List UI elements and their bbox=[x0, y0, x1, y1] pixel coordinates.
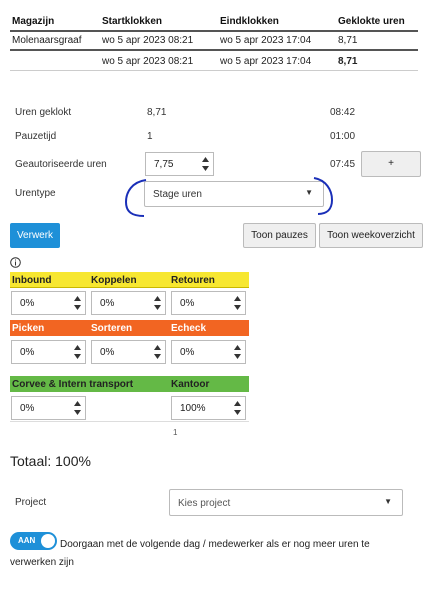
stepper-value: 100% bbox=[180, 403, 206, 414]
col-eindklokken: Eindklokken bbox=[220, 16, 279, 27]
stepper-value: 0% bbox=[20, 347, 35, 358]
stepper-value: 0% bbox=[20, 403, 35, 414]
col-geklokte-uren: Geklokte uren bbox=[338, 16, 405, 27]
geautoriseerde-time: 07:45 bbox=[330, 159, 356, 170]
info-icon[interactable] bbox=[10, 257, 21, 268]
koppelen-stepper[interactable]: 0% bbox=[91, 291, 166, 315]
header-koppelen: Koppelen bbox=[91, 275, 137, 286]
project-label: Project bbox=[15, 497, 47, 508]
verwerk-button[interactable]: Verwerk bbox=[10, 223, 60, 248]
add-button[interactable]: + bbox=[361, 151, 421, 177]
header-inbound: Inbound bbox=[12, 275, 52, 286]
col-startklokken: Startklokken bbox=[102, 16, 163, 27]
cell-eind: wo 5 apr 2023 17:04 bbox=[220, 35, 312, 46]
picken-stepper[interactable]: 0% bbox=[11, 340, 86, 364]
stepper-value: 0% bbox=[100, 298, 115, 309]
stepper-arrows-icon[interactable] bbox=[70, 292, 85, 314]
chevron-down-icon: ▼ bbox=[384, 497, 392, 506]
cell-magazijn: Molenaarsgraaf bbox=[12, 35, 82, 46]
kantoor-stepper[interactable]: 100% bbox=[171, 396, 246, 420]
stepper-value: 0% bbox=[180, 347, 195, 358]
stepper-arrows-icon[interactable] bbox=[230, 292, 245, 314]
header-kantoor: Kantoor bbox=[171, 379, 210, 390]
header-echeck: Echeck bbox=[171, 323, 207, 334]
project-placeholder: Kies project bbox=[178, 498, 231, 509]
cell-start: wo 5 apr 2023 08:21 bbox=[102, 35, 194, 46]
uren-geklokt-value: 8,71 bbox=[147, 107, 167, 118]
toon-pauzes-button[interactable]: Toon pauzes bbox=[243, 223, 316, 248]
toon-weekoverzicht-button[interactable]: Toon weekoverzicht bbox=[319, 223, 423, 248]
stepper-arrows-icon[interactable] bbox=[70, 341, 85, 363]
stepper-value: 0% bbox=[100, 347, 115, 358]
stepper-arrows-icon[interactable] bbox=[70, 397, 85, 419]
stepper-arrows-icon[interactable] bbox=[150, 341, 165, 363]
uren-geklokt-time: 08:42 bbox=[330, 107, 356, 118]
header-picken: Picken bbox=[12, 323, 45, 334]
annotation-brackets bbox=[124, 177, 334, 217]
cell-uren: 8,71 bbox=[338, 35, 358, 46]
uren-geklokt-label: Uren geklokt bbox=[15, 107, 72, 118]
toggle-description: Doorgaan met de volgende dag / medewerke… bbox=[10, 539, 370, 568]
header-sorteren: Sorteren bbox=[91, 323, 133, 334]
corvee-stepper[interactable]: 0% bbox=[11, 396, 86, 420]
stepper-value: 0% bbox=[20, 298, 35, 309]
header-corvee: Corvee & Intern transport bbox=[12, 379, 134, 390]
pauzetijd-value: 1 bbox=[147, 131, 153, 142]
header-divider bbox=[10, 30, 418, 32]
header-retouren: Retouren bbox=[171, 275, 215, 286]
cell-eind: wo 5 apr 2023 17:04 bbox=[220, 56, 312, 67]
project-select[interactable]: Kies project ▼ bbox=[169, 489, 403, 516]
retouren-stepper[interactable]: 0% bbox=[171, 291, 246, 315]
urentype-label: Urentype bbox=[15, 188, 56, 199]
stepper-value: 7,75 bbox=[154, 159, 174, 170]
stepper-arrows-icon[interactable] bbox=[230, 341, 245, 363]
echeck-stepper[interactable]: 0% bbox=[171, 340, 246, 364]
pauzetijd-time: 01:00 bbox=[330, 131, 356, 142]
stepper-arrows-icon[interactable] bbox=[230, 397, 245, 419]
group-inbound-header: Inbound Koppelen Retouren bbox=[10, 272, 249, 288]
inbound-stepper[interactable]: 0% bbox=[11, 291, 86, 315]
pauzetijd-label: Pauzetijd bbox=[15, 131, 57, 142]
sorteren-stepper[interactable]: 0% bbox=[91, 340, 166, 364]
row-divider bbox=[10, 49, 418, 51]
group-divider bbox=[10, 421, 249, 422]
stepper-value: 0% bbox=[180, 298, 195, 309]
group-corvee-header: Corvee & Intern transport Kantoor bbox=[10, 376, 249, 392]
totaal-text: Totaal: 100% bbox=[10, 453, 91, 469]
cell-uren-total: 8,71 bbox=[338, 56, 358, 67]
cell-start: wo 5 apr 2023 08:21 bbox=[102, 56, 194, 67]
stepper-arrows-icon[interactable] bbox=[150, 292, 165, 314]
col-magazijn: Magazijn bbox=[12, 16, 55, 27]
group-picken-header: Picken Sorteren Echeck bbox=[10, 320, 249, 336]
table-bottom-line bbox=[10, 70, 418, 71]
footnote: 1 bbox=[173, 428, 178, 437]
geautoriseerde-label: Geautoriseerde uren bbox=[15, 159, 107, 170]
